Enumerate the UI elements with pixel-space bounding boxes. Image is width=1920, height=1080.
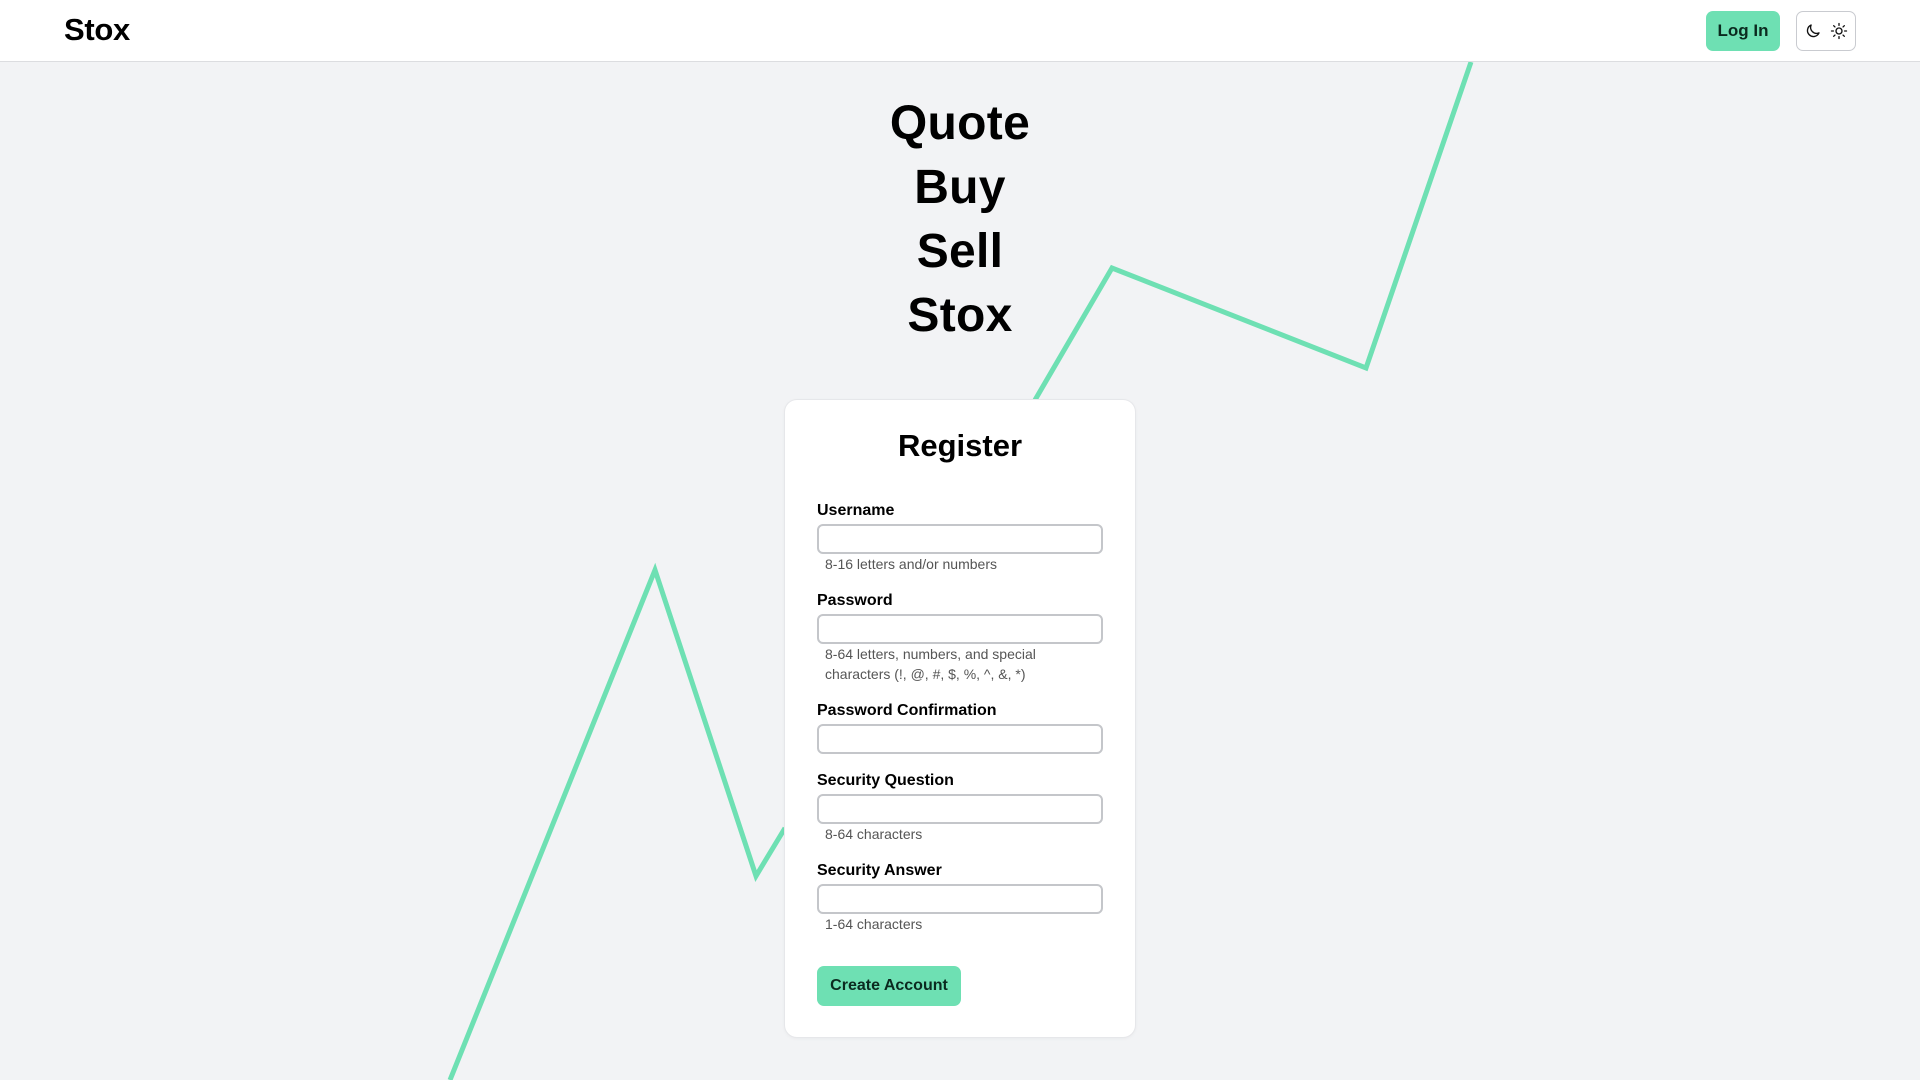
- password-confirmation-label: Password Confirmation: [817, 702, 997, 719]
- password-input[interactable]: [817, 614, 1103, 644]
- moon-icon: [1804, 22, 1822, 40]
- password-hint: 8-64 letters, numbers, and special chara…: [825, 646, 1036, 682]
- top-navigation-bar: Stox Log In: [0, 0, 1920, 62]
- security-question-hint: 8-64 characters: [825, 826, 923, 842]
- security-question-input[interactable]: [817, 794, 1103, 824]
- password-label: Password: [817, 592, 893, 609]
- hero-word-stox: Stox: [907, 289, 1013, 342]
- hero-tagline: Quote Buy Sell Stox: [760, 92, 1160, 348]
- app-logo[interactable]: Stox: [64, 12, 130, 48]
- security-answer-label: Security Answer: [817, 862, 942, 879]
- hero-word-buy: Buy: [914, 161, 1006, 214]
- username-input[interactable]: [817, 524, 1103, 554]
- security-answer-input[interactable]: [817, 884, 1103, 914]
- username-hint: 8-16 letters and/or numbers: [825, 556, 997, 572]
- register-title: Register: [897, 428, 1023, 463]
- username-label: Username: [817, 502, 895, 519]
- create-account-button[interactable]: Create Account: [817, 966, 961, 1006]
- password-confirmation-input[interactable]: [817, 724, 1103, 754]
- login-button[interactable]: Log In: [1706, 11, 1780, 51]
- security-answer-hint: 1-64 characters: [825, 916, 923, 932]
- hero-word-sell: Sell: [916, 225, 1004, 278]
- register-card: Register Username 8-16 letters and/or nu…: [785, 400, 1135, 1037]
- security-question-label: Security Question: [817, 772, 954, 789]
- theme-toggle-button[interactable]: [1796, 11, 1856, 51]
- hero-word-quote: Quote: [889, 97, 1031, 150]
- sun-icon: [1830, 22, 1848, 40]
